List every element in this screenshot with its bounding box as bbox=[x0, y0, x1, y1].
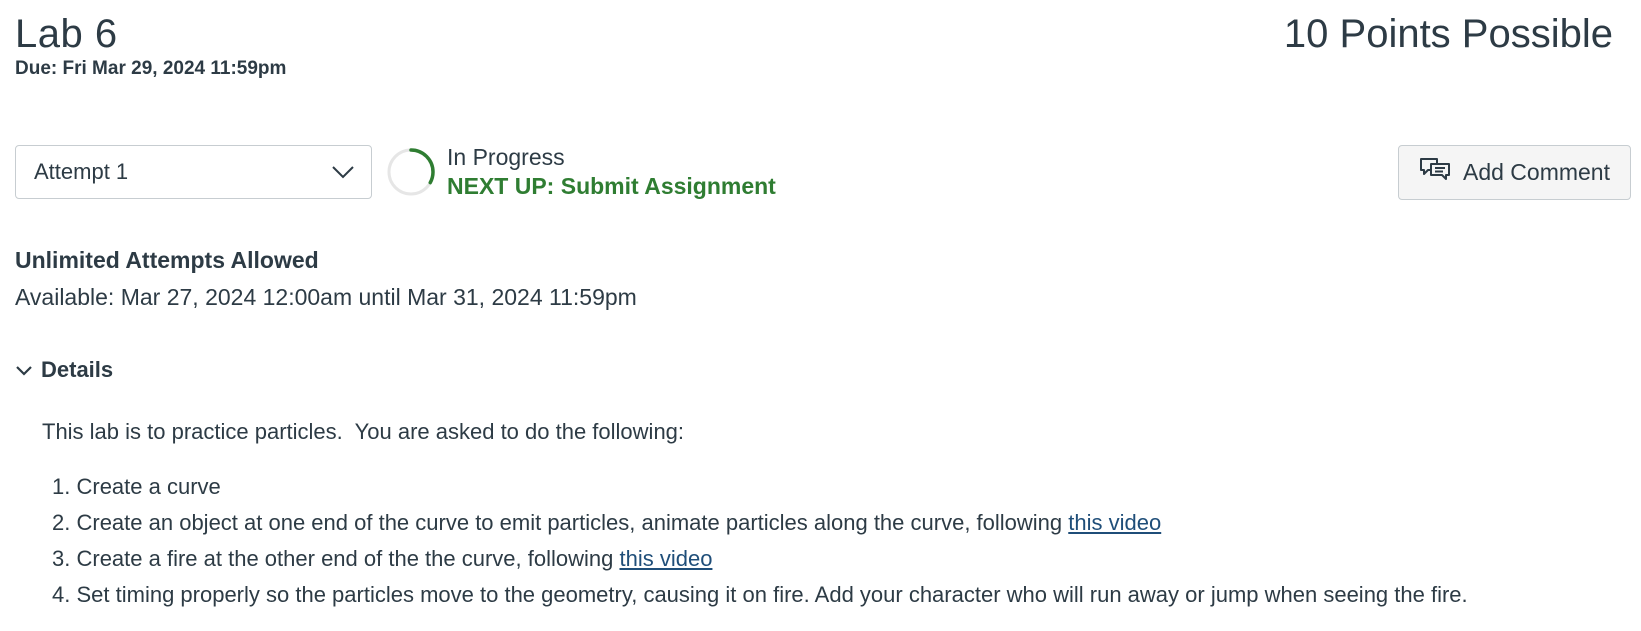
attempt-select-value: Attempt 1 bbox=[34, 159, 129, 184]
list-item: 1. Create a curve bbox=[52, 472, 1468, 508]
step-number: 3. bbox=[52, 546, 71, 571]
step-text: Create a curve bbox=[76, 474, 221, 499]
list-item: 3. Create a fire at the other end of the… bbox=[52, 544, 1468, 580]
attempt-status: In Progress NEXT UP: Submit Assignment bbox=[447, 142, 776, 200]
chevron-down-icon bbox=[15, 357, 33, 383]
points-possible: 10 Points Possible bbox=[1283, 12, 1613, 56]
step-number: 4. bbox=[52, 582, 71, 607]
comment-icon bbox=[1419, 155, 1451, 191]
assignment-title: Lab 6 bbox=[15, 12, 118, 56]
add-comment-label: Add Comment bbox=[1462, 159, 1610, 185]
details-label: Details bbox=[41, 357, 114, 382]
chevron-down-icon bbox=[331, 165, 355, 179]
attempt-select[interactable]: Attempt 1 bbox=[15, 145, 372, 199]
due-date: Due: Fri Mar 29, 2024 11:59pm bbox=[15, 58, 287, 79]
step-number: 1. bbox=[52, 474, 71, 499]
step-number: 2. bbox=[52, 510, 71, 535]
video-link[interactable]: this video bbox=[1068, 510, 1161, 535]
list-item: 4. Set timing properly so the particles … bbox=[52, 580, 1468, 616]
step-text: Create an object at one end of the curve… bbox=[76, 510, 1069, 535]
video-link[interactable]: this video bbox=[619, 546, 712, 571]
step-text: Create a fire at the other end of the th… bbox=[76, 546, 620, 571]
status-text: In Progress bbox=[447, 144, 565, 170]
details-toggle[interactable]: Details bbox=[15, 357, 113, 383]
attempts-allowed: Unlimited Attempts Allowed bbox=[15, 247, 319, 273]
list-item: 2. Create an object at one end of the cu… bbox=[52, 508, 1468, 544]
step-text: Set timing properly so the particles mov… bbox=[76, 582, 1468, 607]
details-intro: This lab is to practice particles. You a… bbox=[42, 419, 685, 444]
add-comment-button[interactable]: Add Comment bbox=[1398, 145, 1631, 200]
availability-dates: Available: Mar 27, 2024 12:00am until Ma… bbox=[15, 284, 637, 310]
progress-ring-icon bbox=[387, 148, 435, 196]
next-up-text: NEXT UP: Submit Assignment bbox=[447, 173, 776, 199]
steps-list: 1. Create a curve 2. Create an object at… bbox=[52, 472, 1468, 616]
